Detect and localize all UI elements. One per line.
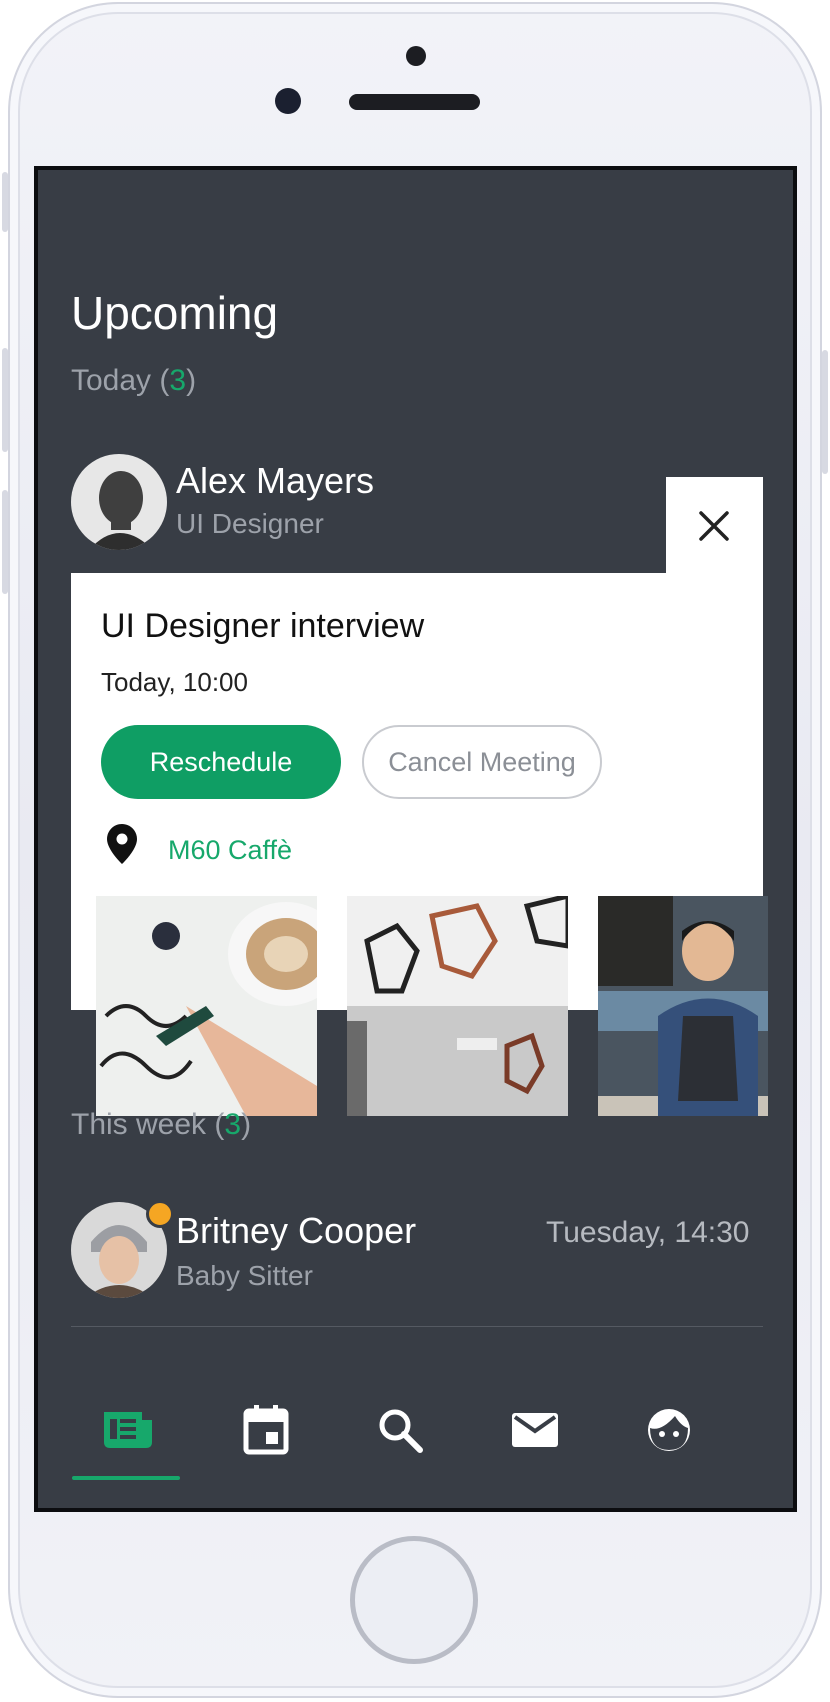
this-week-label: This week ( <box>71 1108 225 1141</box>
volume-up-button <box>2 348 8 452</box>
person-name: Alex Mayers <box>176 460 375 501</box>
divider <box>71 1326 763 1327</box>
power-button <box>822 350 828 474</box>
meeting-title: UI Designer interview <box>101 607 425 645</box>
mute-switch <box>2 172 8 232</box>
cancel-meeting-button[interactable]: Cancel Meeting <box>362 725 602 799</box>
front-camera <box>406 46 426 66</box>
close-icon[interactable] <box>698 510 730 542</box>
person-name: Britney Cooper <box>176 1210 417 1251</box>
location-pin-icon <box>107 824 137 864</box>
home-button[interactable] <box>350 1536 478 1664</box>
avatar-alex-mayers[interactable] <box>71 454 167 550</box>
this-week-section-header: This week (3) <box>71 1108 251 1142</box>
person-role: UI Designer <box>176 508 324 539</box>
active-tab-indicator <box>72 1476 180 1480</box>
meeting-datetime: Tuesday, 14:30 <box>546 1216 750 1249</box>
close-tab[interactable] <box>666 477 763 587</box>
page-title: Upcoming <box>71 287 279 339</box>
meeting-time: Today, 10:00 <box>101 667 248 697</box>
profile-icon[interactable] <box>641 1402 697 1458</box>
this-week-count: 3 <box>224 1108 242 1141</box>
person-role: Baby Sitter <box>176 1260 313 1291</box>
calligraphy-coffee-photo[interactable] <box>96 896 317 1116</box>
volume-down-button <box>2 490 8 594</box>
status-dot <box>146 1200 174 1228</box>
this-week-suffix: ) <box>241 1108 252 1141</box>
pendant-lamps-photo[interactable] <box>347 896 568 1116</box>
today-label: Today ( <box>71 364 170 397</box>
location-name[interactable]: M60 Caffè <box>168 835 292 866</box>
today-count: 3 <box>169 364 187 397</box>
calendar-icon[interactable] <box>238 1402 294 1458</box>
search-icon[interactable] <box>372 1402 428 1458</box>
reschedule-button[interactable]: Reschedule <box>101 725 341 799</box>
today-suffix: ) <box>186 364 197 397</box>
barista-photo[interactable] <box>598 896 768 1116</box>
app-screen: Upcoming Today (3) Alex Mayers UI Design… <box>34 166 797 1512</box>
earpiece-speaker <box>349 94 480 110</box>
news-icon[interactable] <box>100 1402 156 1458</box>
mail-icon[interactable] <box>507 1402 563 1458</box>
face-sensor <box>275 88 301 114</box>
today-section-header: Today (3) <box>71 364 196 398</box>
